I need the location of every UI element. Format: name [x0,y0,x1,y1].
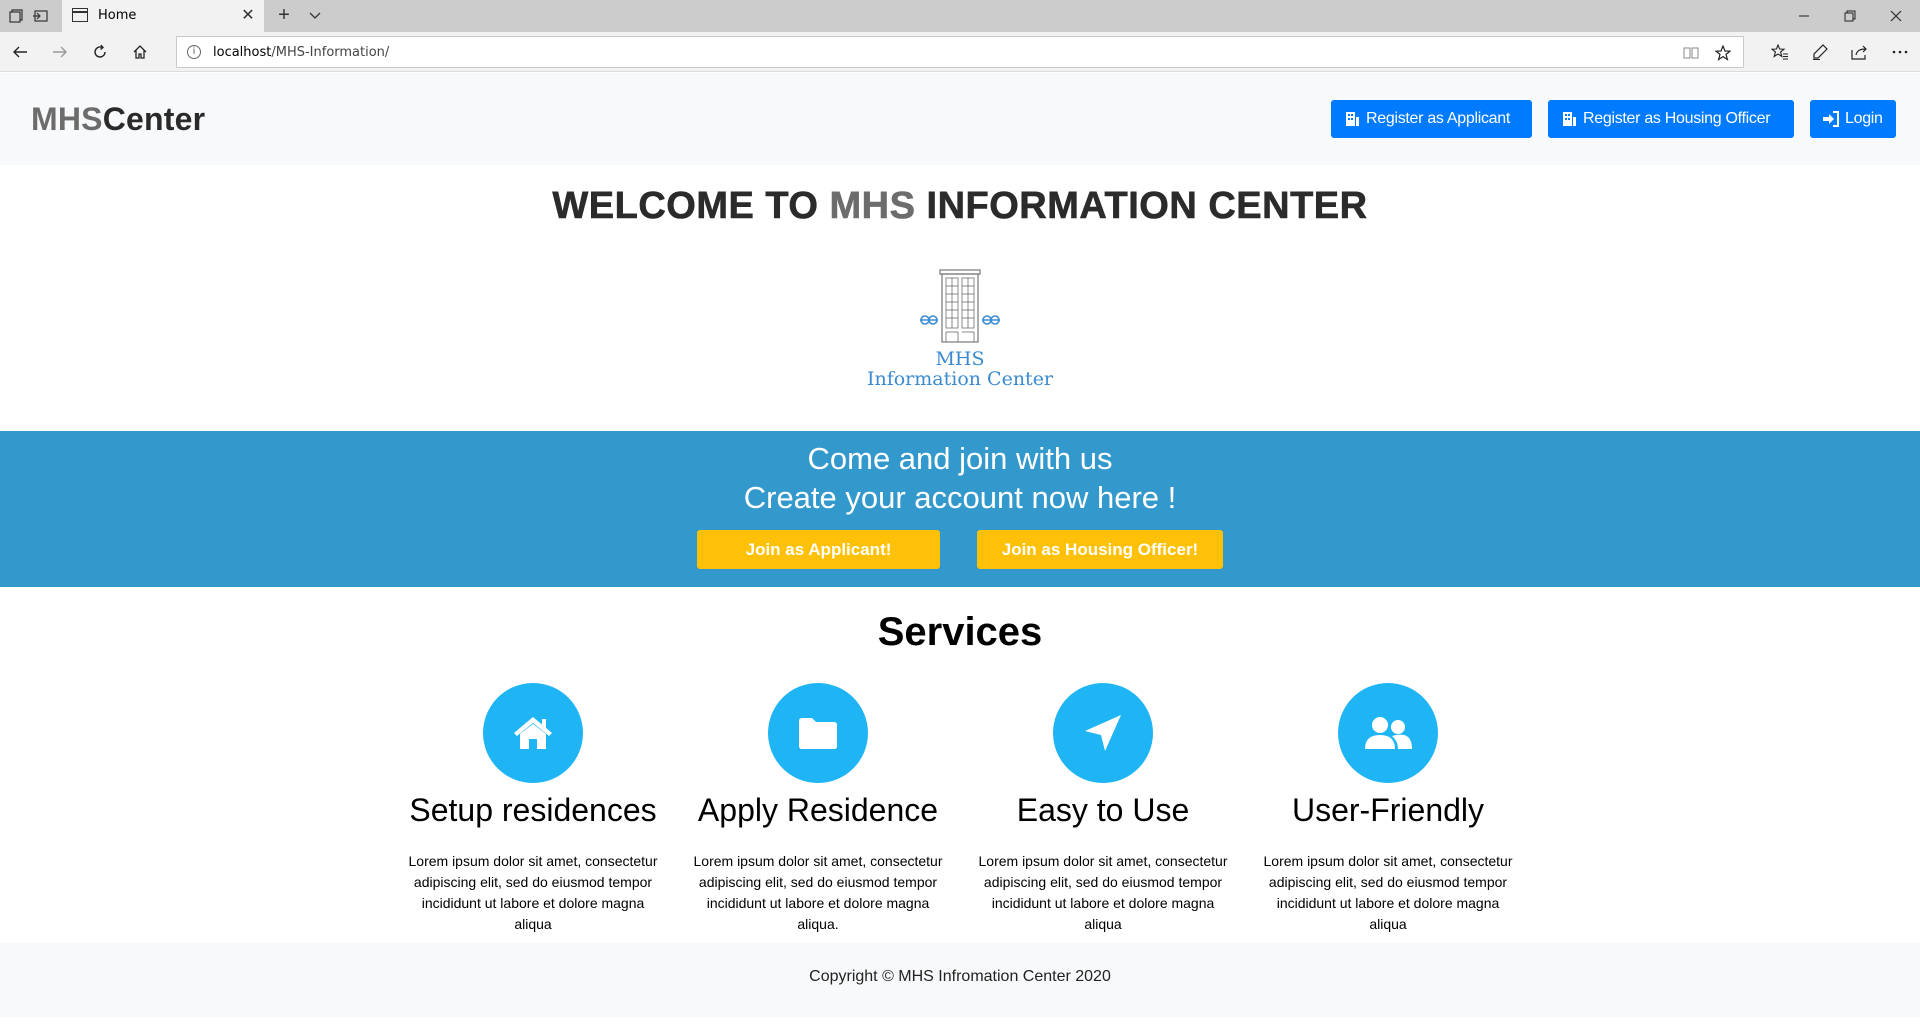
minimize-icon[interactable] [1781,0,1827,32]
favorites-icon[interactable] [1768,40,1792,64]
restore-icon[interactable] [1827,0,1873,32]
reading-view-icon[interactable] [1681,43,1701,63]
info-icon[interactable]: i [187,45,201,59]
join-banner: Come and join with us Create your accoun… [0,431,1920,587]
service-icon-circle [1053,683,1153,783]
set-tabs-aside-icon[interactable] [30,6,50,26]
banner-line-2: Create your account now here ! [743,480,1177,515]
service-description: Lorem ipsum dolor sit amet, consectetur … [1263,853,1513,932]
join-officer-button[interactable]: Join as Housing Officer! [977,530,1223,569]
paper-plane-icon [1085,715,1121,751]
service-title: User-Friendly [1291,792,1485,828]
services-heading: Services [877,610,1043,654]
welcome-heading: WELCOME TO MHS INFORMATION CENTER [552,185,1368,228]
service-title: Apply Residence [697,792,939,828]
chevron-down-icon[interactable] [304,4,326,28]
service-description: Lorem ipsum dolor sit amet, consectetur … [408,853,658,932]
home-icon [514,717,552,749]
site-footer: Copyright © MHS Infromation Center 2020 [0,943,1920,1017]
forward-arrow-icon[interactable] [48,40,72,64]
refresh-icon[interactable] [88,40,112,64]
sign-in-icon [1823,111,1839,127]
service-title: Setup residences [409,792,657,828]
building-icon [920,269,1000,343]
home-icon[interactable] [128,40,152,64]
brand-logo[interactable]: MHSCenter [31,101,205,138]
copyright-text: Copyright © MHS Infromation Center 2020 [809,968,1111,985]
tab-close-icon[interactable]: ✕ [238,6,258,26]
login-label: Login [1845,110,1883,127]
service-icon-circle [768,683,868,783]
address-text: localhost/MHS-Information/ [213,45,390,60]
folder-icon [799,718,837,749]
building-icon [1563,112,1576,126]
mhs-logo: MHS Information Center [860,268,1060,398]
back-arrow-icon[interactable] [8,40,32,64]
close-window-icon[interactable] [1873,0,1919,32]
login-button[interactable]: Login [1810,100,1896,138]
service-title: Easy to Use [1016,792,1190,828]
browser-nav-bar: i localhost/MHS-Information/ [0,32,1920,72]
service-description: Lorem ipsum dolor sit amet, consectetur … [978,853,1228,932]
more-options-icon[interactable] [1888,40,1912,64]
logo-line-2: Information Center [866,368,1054,390]
register-applicant-button[interactable]: Register as Applicant [1331,100,1532,138]
service-icon-circle [1338,683,1438,783]
register-officer-button[interactable]: Register as Housing Officer [1548,100,1794,138]
register-officer-label: Register as Housing Officer [1583,110,1771,127]
tab-title: Home [98,8,137,23]
browser-tab-home[interactable]: Home ✕ [62,0,264,32]
favorite-star-icon[interactable] [1713,43,1733,63]
pen-icon[interactable] [1808,40,1832,64]
site-header: MHSCenter Register as Applicant Register… [0,73,1920,165]
banner-line-1: Come and join with us [807,441,1113,476]
users-icon [1365,717,1412,749]
logo-line-1: MHS [935,348,985,370]
register-applicant-label: Register as Applicant [1366,110,1511,127]
join-applicant-button[interactable]: Join as Applicant! [697,530,940,569]
page-content: MHSCenter Register as Applicant Register… [0,73,1920,1034]
tab-actions-icon[interactable] [6,6,26,26]
new-tab-icon[interactable]: + [272,4,296,28]
page-icon [72,8,88,22]
service-description: Lorem ipsum dolor sit amet, consectetur … [693,853,943,932]
browser-tab-bar: Home ✕ + [0,0,1920,32]
address-bar[interactable]: i localhost/MHS-Information/ [176,36,1744,68]
share-icon[interactable] [1848,40,1872,64]
service-icon-circle [483,683,583,783]
building-icon [1346,112,1359,126]
